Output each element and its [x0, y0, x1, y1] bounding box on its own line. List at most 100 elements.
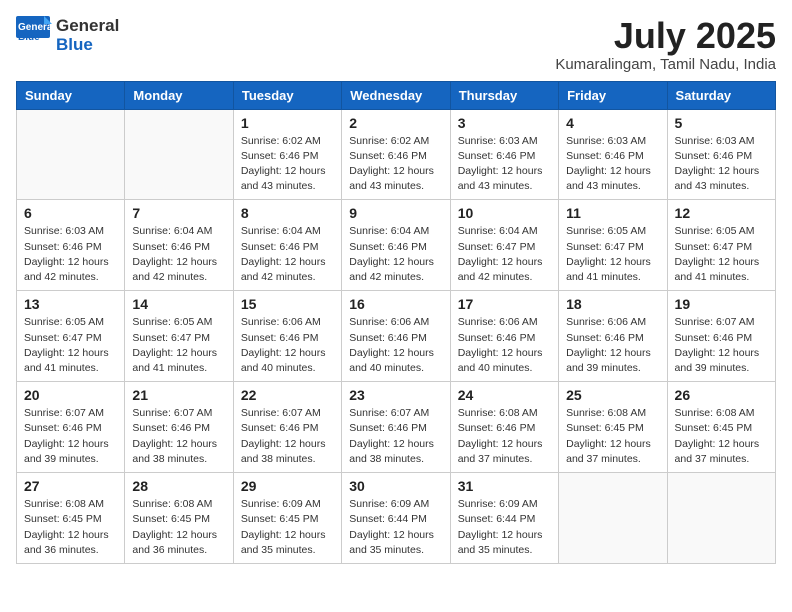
day-info: Sunrise: 6:07 AMSunset: 6:46 PMDaylight:… [24, 406, 117, 467]
day-info: Sunrise: 6:06 AMSunset: 6:46 PMDaylight:… [458, 315, 551, 376]
day-number: 21 [132, 387, 225, 403]
calendar-week-2: 6Sunrise: 6:03 AMSunset: 6:46 PMDaylight… [17, 200, 776, 291]
day-number: 26 [675, 387, 768, 403]
day-info: Sunrise: 6:03 AMSunset: 6:46 PMDaylight:… [24, 224, 117, 285]
weekday-header-thursday: Thursday [450, 81, 558, 109]
calendar-cell: 2 Sunrise: 6:02 AMSunset: 6:46 PMDaylight… [342, 109, 450, 200]
weekday-header-saturday: Saturday [667, 81, 775, 109]
calendar-table: SundayMondayTuesdayWednesdayThursdayFrid… [16, 81, 776, 564]
day-number: 2 [349, 115, 442, 131]
day-number: 22 [241, 387, 334, 403]
day-info: Sunrise: 6:03 AMSunset: 6:46 PMDaylight:… [566, 134, 659, 195]
calendar-cell: 16 Sunrise: 6:06 AMSunset: 6:46 PMDayligh… [342, 291, 450, 382]
day-number: 4 [566, 115, 659, 131]
day-number: 23 [349, 387, 442, 403]
calendar-cell: 14Sunrise: 6:05 AMSunset: 6:47 PMDayligh… [125, 291, 233, 382]
day-number: 30 [349, 478, 442, 494]
calendar-cell: 28Sunrise: 6:08 AMSunset: 6:45 PMDayligh… [125, 473, 233, 564]
day-info: Sunrise: 6:02 AMSunset: 6:46 PMDaylight:… [241, 134, 334, 195]
calendar-cell: 26 Sunrise: 6:08 AMSunset: 6:45 PMDayligh… [667, 382, 775, 473]
day-info: Sunrise: 6:05 AMSunset: 6:47 PMDaylight:… [566, 224, 659, 285]
calendar-cell: 21 Sunrise: 6:07 AMSunset: 6:46 PMDayligh… [125, 382, 233, 473]
calendar-cell: 8 Sunrise: 6:04 AMSunset: 6:46 PMDaylight… [233, 200, 341, 291]
logo-icon: General Blue [16, 16, 52, 56]
weekday-header-friday: Friday [559, 81, 667, 109]
calendar-week-3: 13Sunrise: 6:05 AMSunset: 6:47 PMDayligh… [17, 291, 776, 382]
calendar-cell: 27Sunrise: 6:08 AMSunset: 6:45 PMDayligh… [17, 473, 125, 564]
calendar-cell: 30Sunrise: 6:09 AMSunset: 6:44 PMDayligh… [342, 473, 450, 564]
calendar-cell: 18 Sunrise: 6:06 AMSunset: 6:46 PMDayligh… [559, 291, 667, 382]
day-number: 13 [24, 296, 117, 312]
day-number: 16 [349, 296, 442, 312]
day-number: 9 [349, 205, 442, 221]
day-number: 17 [458, 296, 551, 312]
calendar-cell: 1Sunrise: 6:02 AMSunset: 6:46 PMDaylight… [233, 109, 341, 200]
calendar-cell: 3Sunrise: 6:03 AMSunset: 6:46 PMDaylight… [450, 109, 558, 200]
day-number: 18 [566, 296, 659, 312]
calendar-cell: 20 Sunrise: 6:07 AMSunset: 6:46 PMDayligh… [17, 382, 125, 473]
day-info: Sunrise: 6:02 AMSunset: 6:46 PMDaylight:… [349, 134, 442, 195]
weekday-header-wednesday: Wednesday [342, 81, 450, 109]
day-number: 24 [458, 387, 551, 403]
calendar-cell [17, 109, 125, 200]
weekday-header-tuesday: Tuesday [233, 81, 341, 109]
day-info: Sunrise: 6:06 AMSunset: 6:46 PMDaylight:… [349, 315, 442, 376]
day-info: Sunrise: 6:06 AMSunset: 6:46 PMDaylight:… [566, 315, 659, 376]
day-number: 19 [675, 296, 768, 312]
day-number: 31 [458, 478, 551, 494]
day-number: 11 [566, 205, 659, 221]
day-number: 29 [241, 478, 334, 494]
day-number: 5 [675, 115, 768, 131]
day-info: Sunrise: 6:09 AMSunset: 6:45 PMDaylight:… [241, 497, 334, 558]
page-header: General Blue General Blue July 2025 Kuma… [16, 16, 776, 73]
day-number: 27 [24, 478, 117, 494]
calendar-header-row: SundayMondayTuesdayWednesdayThursdayFrid… [17, 81, 776, 109]
logo-blue-text: Blue [56, 36, 119, 55]
calendar-cell: 25Sunrise: 6:08 AMSunset: 6:45 PMDayligh… [559, 382, 667, 473]
calendar-cell: 10 Sunrise: 6:04 AMSunset: 6:47 PMDayligh… [450, 200, 558, 291]
day-number: 25 [566, 387, 659, 403]
calendar-cell: 7 Sunrise: 6:04 AMSunset: 6:46 PMDaylight… [125, 200, 233, 291]
day-info: Sunrise: 6:05 AMSunset: 6:47 PMDaylight:… [675, 224, 768, 285]
calendar-cell: 22 Sunrise: 6:07 AMSunset: 6:46 PMDayligh… [233, 382, 341, 473]
calendar-cell: 4 Sunrise: 6:03 AMSunset: 6:46 PMDaylight… [559, 109, 667, 200]
calendar-cell: 11 Sunrise: 6:05 AMSunset: 6:47 PMDayligh… [559, 200, 667, 291]
day-number: 15 [241, 296, 334, 312]
calendar-title: July 2025 [555, 16, 776, 56]
day-info: Sunrise: 6:08 AMSunset: 6:45 PMDaylight:… [675, 406, 768, 467]
day-number: 3 [458, 115, 551, 131]
calendar-cell: 5 Sunrise: 6:03 AMSunset: 6:46 PMDaylight… [667, 109, 775, 200]
day-info: Sunrise: 6:07 AMSunset: 6:46 PMDaylight:… [132, 406, 225, 467]
day-info: Sunrise: 6:04 AMSunset: 6:47 PMDaylight:… [458, 224, 551, 285]
calendar-location: Kumaralingam, Tamil Nadu, India [555, 56, 776, 73]
calendar-cell: 12Sunrise: 6:05 AMSunset: 6:47 PMDayligh… [667, 200, 775, 291]
calendar-cell: 24 Sunrise: 6:08 AMSunset: 6:46 PMDayligh… [450, 382, 558, 473]
logo: General Blue General Blue [16, 16, 119, 56]
title-block: July 2025 Kumaralingam, Tamil Nadu, Indi… [555, 16, 776, 73]
day-info: Sunrise: 6:04 AMSunset: 6:46 PMDaylight:… [132, 224, 225, 285]
day-number: 10 [458, 205, 551, 221]
calendar-cell: 23Sunrise: 6:07 AMSunset: 6:46 PMDayligh… [342, 382, 450, 473]
day-number: 28 [132, 478, 225, 494]
calendar-cell: 29 Sunrise: 6:09 AMSunset: 6:45 PMDayligh… [233, 473, 341, 564]
day-info: Sunrise: 6:08 AMSunset: 6:46 PMDaylight:… [458, 406, 551, 467]
calendar-cell: 6Sunrise: 6:03 AMSunset: 6:46 PMDaylight… [17, 200, 125, 291]
calendar-cell: 17 Sunrise: 6:06 AMSunset: 6:46 PMDayligh… [450, 291, 558, 382]
day-number: 20 [24, 387, 117, 403]
day-number: 7 [132, 205, 225, 221]
calendar-cell [667, 473, 775, 564]
weekday-header-monday: Monday [125, 81, 233, 109]
day-info: Sunrise: 6:04 AMSunset: 6:46 PMDaylight:… [241, 224, 334, 285]
calendar-week-4: 20 Sunrise: 6:07 AMSunset: 6:46 PMDayligh… [17, 382, 776, 473]
day-info: Sunrise: 6:04 AMSunset: 6:46 PMDaylight:… [349, 224, 442, 285]
day-info: Sunrise: 6:06 AMSunset: 6:46 PMDaylight:… [241, 315, 334, 376]
day-info: Sunrise: 6:09 AMSunset: 6:44 PMDaylight:… [458, 497, 551, 558]
day-number: 8 [241, 205, 334, 221]
weekday-header-sunday: Sunday [17, 81, 125, 109]
day-info: Sunrise: 6:07 AMSunset: 6:46 PMDaylight:… [241, 406, 334, 467]
calendar-cell: 31 Sunrise: 6:09 AMSunset: 6:44 PMDayligh… [450, 473, 558, 564]
day-info: Sunrise: 6:07 AMSunset: 6:46 PMDaylight:… [675, 315, 768, 376]
day-info: Sunrise: 6:03 AMSunset: 6:46 PMDaylight:… [675, 134, 768, 195]
calendar-cell: 15 Sunrise: 6:06 AMSunset: 6:46 PMDayligh… [233, 291, 341, 382]
calendar-cell [125, 109, 233, 200]
